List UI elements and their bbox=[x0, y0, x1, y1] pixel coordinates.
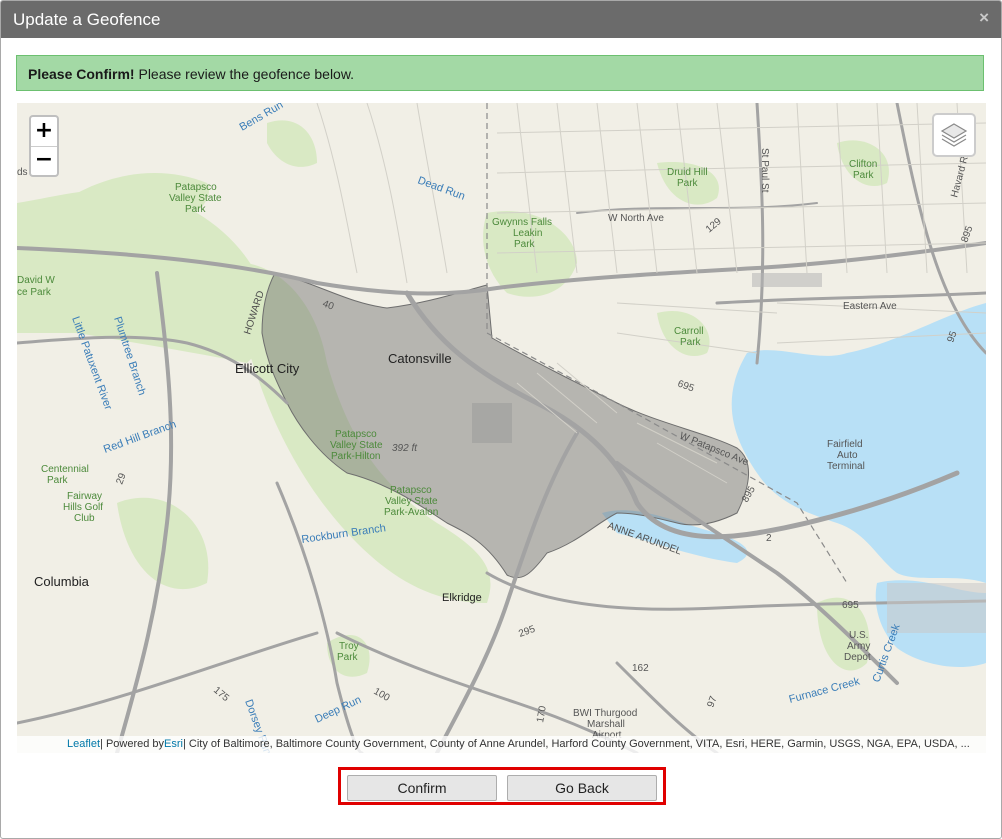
map-label-park: Fairway bbox=[67, 491, 102, 502]
map-label-stream: Dead Run bbox=[416, 175, 467, 203]
map-label-park: Club bbox=[74, 513, 95, 524]
map-label-park: Centennial bbox=[41, 464, 89, 475]
map-label-poi: Terminal bbox=[827, 461, 865, 472]
map-label-park: Park bbox=[337, 652, 359, 663]
map-label-road: Havard Rd bbox=[949, 150, 972, 199]
map-label-park: David W bbox=[17, 275, 55, 286]
esri-link[interactable]: Esri bbox=[164, 738, 183, 750]
geofence-map[interactable]: Catonsville Ellicott City Columbia Elkri… bbox=[17, 103, 986, 753]
route-shield-label: 695 bbox=[842, 600, 859, 611]
map-label-park: Park-Hilton bbox=[331, 451, 380, 462]
map-label-poi: BWI Thurgood bbox=[573, 708, 637, 719]
map-label-park: Druid Hill bbox=[667, 167, 708, 178]
map-label-park: Patapsco bbox=[390, 485, 432, 496]
layers-icon bbox=[940, 123, 968, 147]
route-shield-label: 895 bbox=[959, 224, 975, 244]
map-label-stream: Red Hill Branch bbox=[102, 418, 178, 455]
map-label-road: St Paul St bbox=[759, 148, 770, 193]
confirm-button[interactable]: Confirm bbox=[347, 775, 497, 801]
attribution-sources: | City of Baltimore, Baltimore County Go… bbox=[183, 738, 970, 750]
map-label-poi: Depot bbox=[844, 652, 871, 663]
map-label-poi: Auto bbox=[837, 450, 858, 461]
map-label-elevation: 392 ft bbox=[392, 443, 418, 454]
map-label-park: Hills Golf bbox=[63, 502, 103, 513]
map-label-ellicott-city: Ellicott City bbox=[235, 361, 300, 376]
map-label-park: Park bbox=[853, 170, 875, 181]
map-label-poi: Marshall bbox=[587, 719, 625, 730]
route-shield-label: 162 bbox=[632, 663, 649, 674]
map-label-park: Park bbox=[677, 178, 699, 189]
map-label-park: Park bbox=[47, 475, 69, 486]
map-label-park: ce Park bbox=[17, 287, 52, 298]
route-shield-label: 129 bbox=[704, 216, 724, 235]
map-label-poi: Fairfield bbox=[827, 439, 863, 450]
map-label-park: Park-Avalon bbox=[384, 507, 438, 518]
map-label-park: Leakin bbox=[513, 228, 542, 239]
map-label-poi: U.S. bbox=[849, 630, 868, 641]
update-geofence-dialog: Update a Geofence × Please Confirm! Plea… bbox=[0, 0, 1002, 839]
dialog-title: Update a Geofence bbox=[13, 10, 161, 29]
map-label-park: Troy bbox=[339, 641, 359, 652]
road bbox=[755, 103, 765, 365]
map-label-stream: Furnace Creek bbox=[788, 675, 862, 706]
road bbox=[17, 631, 319, 725]
park-area bbox=[267, 120, 317, 167]
map-label-park: Valley State bbox=[385, 496, 438, 507]
map-label-elkridge: Elkridge bbox=[442, 592, 482, 604]
map-label-park: Valley State bbox=[169, 193, 222, 204]
map-tiles: Catonsville Ellicott City Columbia Elkri… bbox=[17, 103, 986, 753]
confirm-alert: Please Confirm! Please review the geofen… bbox=[16, 55, 984, 91]
zoom-control: + − bbox=[29, 115, 59, 177]
zoom-out-button[interactable]: − bbox=[31, 146, 57, 175]
map-label-park: Park bbox=[185, 204, 207, 215]
map-label-park: Valley State bbox=[330, 440, 383, 451]
alert-strong-text: Please Confirm! bbox=[28, 66, 135, 82]
route-shield-label: 29 bbox=[114, 471, 128, 486]
street-grid bbox=[496, 122, 986, 354]
route-shield-label: 170 bbox=[535, 705, 549, 724]
map-label-park: Park bbox=[680, 337, 702, 348]
alert-message: Please review the geofence below. bbox=[134, 66, 355, 82]
leaflet-link[interactable]: Leaflet bbox=[67, 738, 100, 750]
route-shield-label: 175 bbox=[211, 685, 231, 704]
zoom-in-button[interactable]: + bbox=[31, 117, 57, 147]
map-label-park: Clifton bbox=[849, 159, 877, 170]
button-group: Confirm Go Back bbox=[338, 767, 666, 805]
map-label-park: Gwynns Falls bbox=[492, 217, 552, 228]
go-back-button[interactable]: Go Back bbox=[507, 775, 657, 801]
layers-button[interactable] bbox=[932, 113, 976, 157]
map-label-park: Park bbox=[514, 239, 536, 250]
close-icon[interactable]: × bbox=[979, 8, 989, 28]
route-shield-label: 100 bbox=[372, 686, 392, 704]
map-label-poi: Army bbox=[847, 641, 870, 652]
map-label-fragment: ds bbox=[17, 167, 28, 178]
attribution-text: | Powered by bbox=[100, 738, 165, 750]
street-grid bbox=[316, 103, 448, 284]
route-shield-label: 695 bbox=[676, 378, 696, 394]
map-label-park: Carroll bbox=[674, 326, 703, 337]
map-label-catonsville: Catonsville bbox=[388, 351, 452, 366]
route-shield-label: 295 bbox=[517, 624, 537, 640]
map-label-columbia: Columbia bbox=[34, 574, 90, 589]
route-shield-label: 2 bbox=[766, 533, 772, 544]
map-label-stream: Deep Run bbox=[313, 694, 363, 726]
map-label-park: Patapsco bbox=[175, 182, 217, 193]
dialog-titlebar: Update a Geofence × bbox=[1, 1, 1001, 38]
map-label-park: Patapsco bbox=[335, 429, 377, 440]
route-shield-label: 97 bbox=[705, 694, 719, 709]
map-label-road: Eastern Ave bbox=[843, 301, 897, 312]
map-attribution: Leaflet | Powered by Esri | City of Balt… bbox=[17, 736, 986, 753]
map-label-road: W North Ave bbox=[608, 213, 664, 224]
